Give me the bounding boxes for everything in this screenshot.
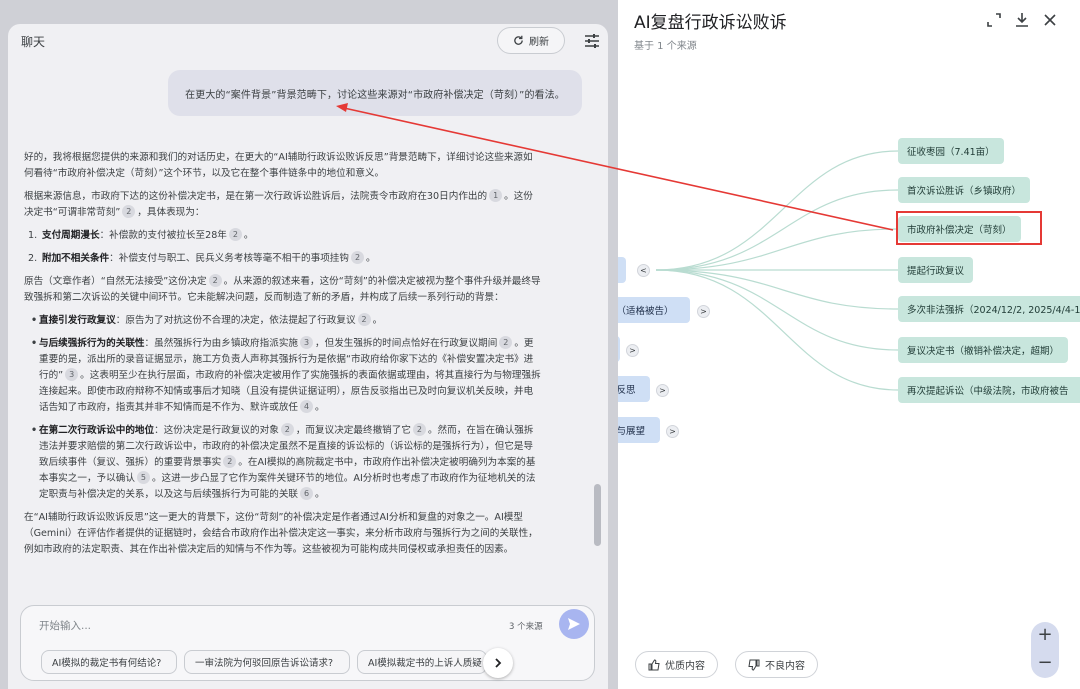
citation-badge[interactable]: 2 xyxy=(228,228,242,241)
refresh-icon xyxy=(514,35,523,45)
feedback-good-button[interactable]: 优质内容 xyxy=(635,651,718,678)
user-message-text: 在更大的“案件背景”背景范畴下，讨论这些来源对“市政府补偿决定（苛刻）”的看法。 xyxy=(185,89,565,101)
chat-title: 聊天 xyxy=(21,35,46,49)
chat-scrollbar[interactable] xyxy=(594,484,601,546)
citation-badge[interactable]: 1 xyxy=(489,189,503,202)
node-expand-toggle[interactable]: > xyxy=(697,305,710,318)
bullet-item: • 与后续强拆行为的关联性：虽然强拆行为由乡镇政府指派实施 3 ，但发生强拆的时间点恰… xyxy=(31,336,541,413)
citation-badge[interactable]: 2 xyxy=(499,336,513,349)
citation-badge[interactable]: 5 xyxy=(136,471,150,484)
mindmap-child-node[interactable]: 再次提起诉讼（中级法院，市政府被告 xyxy=(898,377,1080,403)
citation-badge[interactable]: 2 xyxy=(122,205,136,218)
feedback-bad-button[interactable]: 不良内容 xyxy=(735,651,818,678)
citation-badge[interactable]: 3 xyxy=(300,336,314,349)
mindmap-root-node[interactable]: 景 xyxy=(618,257,626,283)
send-button[interactable] xyxy=(559,609,589,639)
suggestions-next-button[interactable] xyxy=(483,648,513,678)
numbered-item: 1. 支付周期漫长：补偿款的支付被拉长至28年 2。 xyxy=(28,228,254,241)
thumbs-down-icon xyxy=(748,659,760,671)
tune-icon[interactable] xyxy=(584,33,600,49)
mindmap-left-node[interactable]: 定（适格被告） xyxy=(618,297,690,323)
mindmap-child-node[interactable]: 提起行政复议 xyxy=(898,257,974,283)
numbered-item: 2. 附加不相关条件：补偿支付与职工、民兵义务考核等毫不相干的事项挂钩 2。 xyxy=(28,251,376,264)
mindmap-child-node[interactable]: 征收枣园（7.41亩） xyxy=(898,138,1004,164)
chevron-right-icon xyxy=(495,658,502,668)
feedback-bad-label: 不良内容 xyxy=(765,661,805,672)
zoom-in-button[interactable]: + xyxy=(1031,622,1059,650)
thumbs-up-icon xyxy=(648,658,660,670)
mindmap-left-node[interactable] xyxy=(618,336,620,362)
mindmap-child-node[interactable]: 首次诉讼胜诉（乡镇政府） xyxy=(898,177,1031,203)
mindmap-left-node[interactable]: 因反思 xyxy=(618,376,650,402)
citation-badge[interactable]: 2 xyxy=(351,251,364,264)
node-expand-toggle[interactable]: > xyxy=(666,425,679,438)
feedback-good-label: 优质内容 xyxy=(665,661,705,672)
chat-panel: 聊天 刷新 在更大的“案件背景”背景范畴下，讨论这些来源对“市政府补偿决定（苛刻… xyxy=(8,24,608,689)
chat-input[interactable]: 开始输入... xyxy=(39,618,91,633)
refresh-label: 刷新 xyxy=(529,37,549,48)
send-icon xyxy=(568,618,580,630)
chat-header: 聊天 刷新 xyxy=(8,24,608,58)
source-count: 3 个来源 xyxy=(509,622,543,632)
mindmap-child-node[interactable]: 复议决定书（撤销补偿决定，超期） xyxy=(898,337,1069,363)
user-message-bubble: 在更大的“案件背景”背景范畴下，讨论这些来源对“市政府补偿决定（苛刻）”的看法。 xyxy=(168,70,582,116)
citation-badge[interactable]: 3 xyxy=(65,368,79,381)
suggestion-chip[interactable]: AI模拟裁定书的上诉人质疑 xyxy=(357,650,487,674)
bullet-item: • 在第二次行政诉讼中的地位：这份决定是行政复议的对象 2 ，而复议决定最终撤销了它 2… xyxy=(31,423,536,500)
mindmap-left-node[interactable]: 训与展望 xyxy=(618,417,660,443)
zoom-out-button[interactable]: − xyxy=(1031,650,1059,678)
citation-badge[interactable]: 2 xyxy=(412,423,426,436)
answer-intro: 好的，我将根据您提供的来源和我们的对话历史，在更大的“AI辅助行政诉讼败诉反思”… xyxy=(24,152,533,179)
citation-badge[interactable]: 2 xyxy=(223,455,237,468)
suggestion-chip[interactable]: 一审法院为何驳回原告诉讼请求? xyxy=(184,650,350,674)
citation-badge[interactable]: 2 xyxy=(357,313,371,326)
zoom-controls: + − xyxy=(1031,622,1059,678)
citation-badge[interactable]: 6 xyxy=(300,487,314,500)
node-collapse-toggle[interactable]: < xyxy=(637,264,650,277)
answer-paragraph: 在“AI辅助行政诉讼败诉反思”这一更大的背景下，这份“苛刻”的补偿决定是作者通过… xyxy=(24,512,538,555)
answer-paragraph: 原告（文章作者）“自然无法接受”这份决定 2 。从来源的叙述来看，这份“苛刻”的补偿… xyxy=(24,274,541,303)
assistant-answer: 好的，我将根据您提供的来源和我们的对话历史，在更大的“AI辅助行政诉讼败诉反思”… xyxy=(24,150,542,565)
chat-input-box: 开始输入... 3 个来源 AI模拟的裁定书有何结论? 一审法院为何驳回原告诉讼… xyxy=(20,605,595,681)
bullet-item: • 直接引发行政复议：原告为了对抗这份不合理的决定，依法提起了行政复议 2。 xyxy=(31,313,383,326)
node-expand-toggle[interactable]: > xyxy=(656,384,669,397)
suggestion-chip[interactable]: AI模拟的裁定书有何结论? xyxy=(41,650,177,674)
refresh-button[interactable]: 刷新 xyxy=(497,27,565,54)
citation-badge[interactable]: 2 xyxy=(208,274,222,287)
citation-badge[interactable]: 2 xyxy=(280,423,294,436)
citation-badge[interactable]: 4 xyxy=(300,400,314,413)
node-expand-toggle[interactable]: > xyxy=(626,344,639,357)
answer-paragraph: 根据来源信息，市政府下达的这份补偿决定书，是在第一次行政诉讼胜诉后，法院责令市政… xyxy=(24,189,533,218)
mindmap-child-node[interactable]: 多次非法强拆（2024/12/2, 2025/4/4-10 xyxy=(898,296,1080,322)
highlight-box xyxy=(896,211,1042,245)
mindmap-panel: AI复盘行政诉讼败诉 基于 1 个来源 景 < 定（适格被告） > > 因反思 … xyxy=(618,0,1080,689)
